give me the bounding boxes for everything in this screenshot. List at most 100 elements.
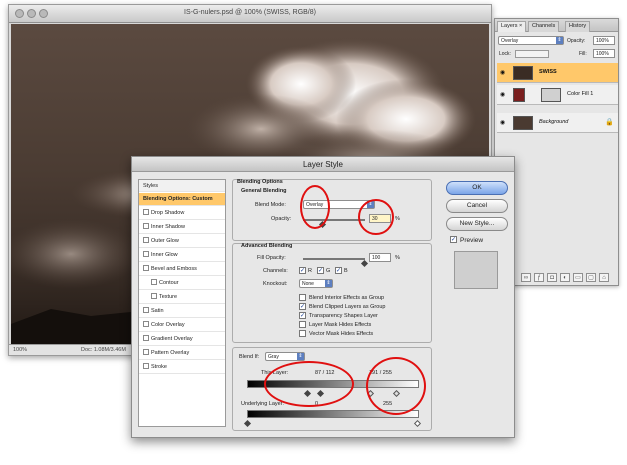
link-icon[interactable]: ∞ [521,273,531,282]
channels-label: Channels: [263,268,288,274]
cancel-button[interactable]: Cancel [446,199,508,213]
channel-g-checkbox[interactable]: ✓ [317,267,324,274]
tab-history[interactable]: History [565,21,591,32]
channel-r-label: R [308,268,312,274]
style-item-drop-shadow[interactable]: Drop Shadow [139,207,225,220]
document-titlebar[interactable]: IS-G-nulers.psd @ 100% (SWISS, RGB/8) [9,5,491,23]
fill-opacity-percent: % [395,255,400,261]
style-item-inner-shadow[interactable]: Inner Shadow [139,221,225,234]
style-item-label: Bevel and Emboss [151,266,197,272]
chevron-down-icon: ⇕ [297,353,304,360]
style-checkbox[interactable] [143,363,149,369]
knockout-select[interactable]: None ⇕ [299,279,333,288]
blending-options-title: Blending Options [237,179,283,185]
channel-g-label: G [326,268,331,274]
mask-icon[interactable]: ◘ [547,273,557,282]
style-checkbox[interactable] [143,321,149,327]
style-item-label: Pattern Overlay [151,350,190,356]
layer-blend-mode-select[interactable]: Overlay ⇕ [498,36,564,45]
layer-row-color-fill[interactable]: ◉ Color Fill 1 [497,85,618,105]
channel-b-label: B [344,268,348,274]
tab-channels[interactable]: Channels [528,21,560,32]
lock-icons[interactable] [515,50,549,58]
tab-layers[interactable]: Layers × [497,21,527,32]
option-checkbox-layer-mask-hides-effects[interactable] [299,321,306,328]
trash-icon[interactable]: ⌂ [599,273,609,282]
option-checkbox-blend-interior-effects-as-group[interactable] [299,294,306,301]
underlying-left-knob[interactable] [243,419,252,428]
layer-name: Background [539,119,569,125]
opacity-label: Opacity: [271,216,292,222]
option-label: Vector Mask Hides Effects [309,331,374,337]
knockout-label: Knockout: [263,281,288,287]
style-checkbox[interactable] [143,209,149,215]
option-label: Blend Interior Effects as Group [309,295,385,301]
preview-checkbox[interactable]: ✓ [450,236,457,243]
style-item-outer-glow[interactable]: Outer Glow [139,235,225,248]
adjustment-icon[interactable]: ◐ [560,273,570,282]
zoom-level[interactable]: 100% [13,347,27,353]
style-item-stroke[interactable]: Stroke [139,361,225,374]
fill-opacity-field[interactable]: 100 [369,253,391,262]
annotation-ring-this-layer-high [366,357,426,415]
style-item-bevel-and-emboss[interactable]: Bevel and Emboss [139,263,225,276]
layer-name: Color Fill 1 [567,91,594,97]
fill-opacity-slider-knob[interactable] [360,259,369,268]
style-checkbox[interactable] [143,237,149,243]
layer-row-swiss[interactable]: ◉ SWISS [497,63,618,83]
ok-button[interactable]: OK [446,181,508,195]
style-checkbox[interactable] [151,279,157,285]
style-checkbox[interactable] [143,265,149,271]
style-checkbox[interactable] [143,349,149,355]
style-item-gradient-overlay[interactable]: Gradient Overlay [139,333,225,346]
layer-mask-thumbnail [541,88,561,102]
knockout-value: None [302,281,314,287]
blend-mode-label: Blend Mode: [255,202,286,208]
option-checkbox-blend-clipped-layers-as-group[interactable]: ✓ [299,303,306,310]
style-item-texture[interactable]: Texture [139,291,225,304]
eye-icon[interactable]: ◉ [500,69,508,76]
layer-style-dialog: Layer Style Styles Blending Options: Cus… [131,156,515,438]
advanced-blending-group: Advanced Blending Fill Opacity: 100 % Ch… [232,243,432,343]
blend-if-select[interactable]: Gray ⇕ [265,352,305,361]
general-blending-title: General Blending [241,188,287,194]
fill-opacity-slider[interactable] [303,258,365,260]
underlying-right-knob[interactable] [413,419,422,428]
eye-icon[interactable]: ◉ [500,91,508,98]
new-style-button[interactable]: New Style... [446,217,508,231]
styles-header[interactable]: Styles [139,180,225,192]
style-item-blending-options-custom[interactable]: Blending Options: Custom [139,193,225,206]
channel-b-checkbox[interactable]: ✓ [335,267,342,274]
style-item-contour[interactable]: Contour [139,277,225,290]
panel-tabs: Layers × Channels History [495,19,618,32]
channel-r-checkbox[interactable]: ✓ [299,267,306,274]
new-layer-icon[interactable]: ▢ [586,273,596,282]
doc-size: Doc: 1.08M/3.46M [81,347,126,353]
option-label: Transparency Shapes Layer [309,313,378,319]
eye-icon[interactable]: ◉ [500,119,508,126]
style-checkbox[interactable] [151,293,157,299]
style-item-inner-glow[interactable]: Inner Glow [139,249,225,262]
style-checkbox[interactable] [143,223,149,229]
style-item-pattern-overlay[interactable]: Pattern Overlay [139,347,225,360]
color-fill-swatch [513,88,525,102]
chevron-down-icon: ⇕ [325,280,332,287]
fx-icon[interactable]: ƒ [534,273,544,282]
style-checkbox[interactable] [143,335,149,341]
dialog-title[interactable]: Layer Style [132,157,514,172]
layer-row-background[interactable]: ◉ Background 🔒 [497,113,618,133]
layer-fill-field[interactable]: 100% [593,49,615,58]
style-checkbox[interactable] [143,307,149,313]
style-checkbox[interactable] [143,251,149,257]
layer-blend-mode-value: Overlay [501,38,519,44]
option-label: Layer Mask Hides Effects [309,322,372,328]
layer-opacity-field[interactable]: 100% [593,36,615,45]
option-checkbox-transparency-shapes-layer[interactable]: ✓ [299,312,306,319]
preview-label: Preview [460,237,484,244]
option-checkbox-vector-mask-hides-effects[interactable] [299,330,306,337]
style-item-label: Inner Shadow [151,224,185,230]
advanced-blending-title: Advanced Blending [241,243,293,249]
style-item-satin[interactable]: Satin [139,305,225,318]
folder-icon[interactable]: ▭ [573,273,583,282]
style-item-color-overlay[interactable]: Color Overlay [139,319,225,332]
